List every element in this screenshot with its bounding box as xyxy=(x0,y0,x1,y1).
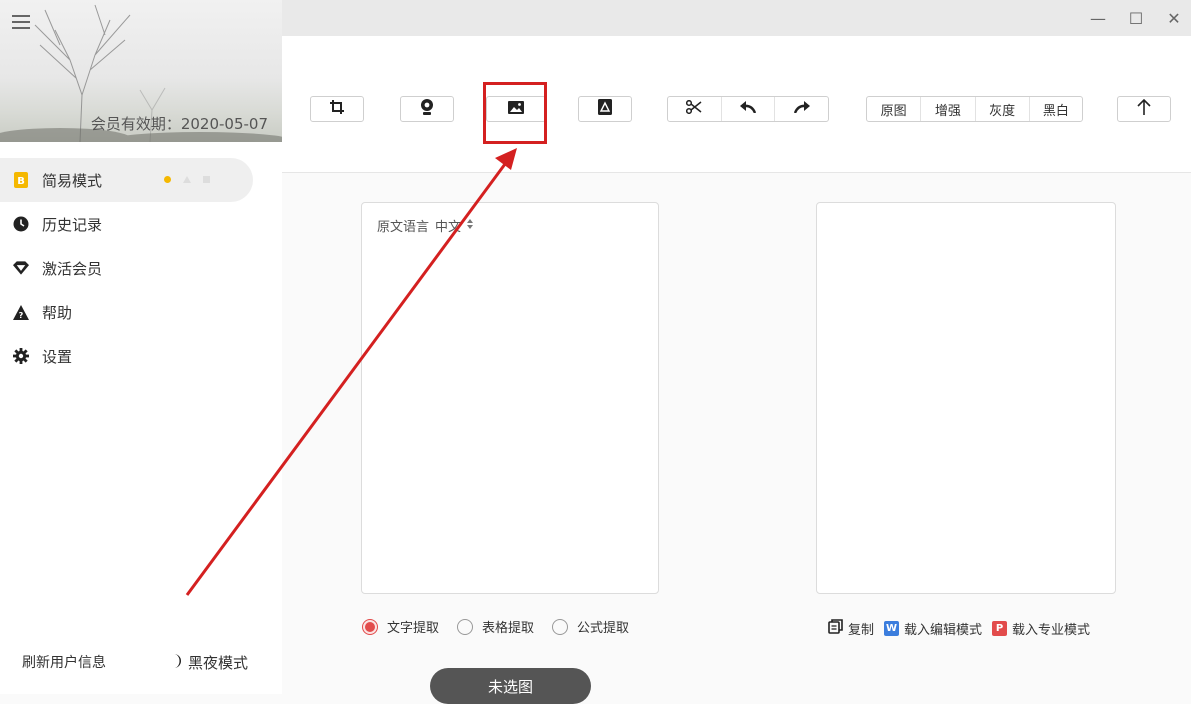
sidebar-item-label: 设置 xyxy=(42,347,73,366)
maximize-button[interactable]: ☐ xyxy=(1126,8,1146,28)
radio-empty-icon xyxy=(457,618,474,635)
history-clock-icon xyxy=(13,216,29,232)
sort-arrows-icon xyxy=(467,218,474,233)
night-mode-toggle[interactable]: 黑夜模式 xyxy=(170,652,248,673)
diamond-icon xyxy=(13,260,29,276)
word-icon: W xyxy=(884,621,900,636)
help-warning-icon: ? xyxy=(13,304,29,320)
copy-icon xyxy=(828,619,843,638)
menu-hamburger-icon[interactable] xyxy=(12,15,30,29)
svg-text:B: B xyxy=(17,176,25,187)
redo-button[interactable] xyxy=(774,97,828,121)
camera-button[interactable] xyxy=(400,96,454,122)
square-icon xyxy=(203,176,210,183)
filter-grayscale-button[interactable]: 灰度 xyxy=(974,97,1029,121)
sidebar-item-label: 激活会员 xyxy=(42,259,103,278)
annotation-highlight-box xyxy=(483,82,547,144)
night-mode-label: 黑夜模式 xyxy=(188,654,249,672)
sidebar-nav: B 简易模式 历史记录 激活会员 ? 帮助 设置 xyxy=(0,158,282,378)
load-pro-label: 载入专业模式 xyxy=(1012,623,1091,638)
moon-icon xyxy=(170,653,182,672)
source-language-row: 原文语言 中文 xyxy=(377,216,474,235)
mode-label: 文字提取 xyxy=(387,621,440,636)
banner-image: 会员有效期：2020-05-07 xyxy=(0,0,282,142)
refresh-user-info-link[interactable]: 刷新用户信息 xyxy=(22,652,106,672)
cut-button[interactable] xyxy=(668,97,721,121)
unselected-image-button[interactable]: 未选图 xyxy=(430,668,591,704)
pdf-button[interactable] xyxy=(578,96,632,122)
crop-icon xyxy=(330,100,344,118)
close-button[interactable]: ✕ xyxy=(1164,8,1184,28)
copy-label: 复制 xyxy=(848,623,875,638)
sidebar-item-label: 历史记录 xyxy=(42,215,103,234)
sidebar-item-activate-member[interactable]: 激活会员 xyxy=(0,246,282,290)
filter-blackwhite-button[interactable]: 黑白 xyxy=(1028,97,1082,121)
camera-icon xyxy=(420,99,434,119)
load-edit-label: 载入编辑模式 xyxy=(904,623,983,638)
edit-tools-group xyxy=(667,96,829,122)
scissors-icon xyxy=(686,99,702,118)
load-edit-mode-button[interactable]: W 载入编辑模式 xyxy=(884,619,982,638)
upload-button[interactable] xyxy=(1117,96,1171,122)
filter-enhance-button[interactable]: 增强 xyxy=(920,97,974,121)
mode-formula-radio[interactable]: 公式提取 xyxy=(552,617,629,636)
sidebar-item-label: 帮助 xyxy=(42,303,73,322)
undo-icon xyxy=(740,101,757,117)
sidebar-item-help[interactable]: ? 帮助 xyxy=(0,290,282,334)
yellow-dot-icon xyxy=(164,176,171,183)
svg-text:?: ? xyxy=(19,311,24,320)
copy-button[interactable]: 复制 xyxy=(828,619,874,638)
source-language-select[interactable]: 中文 xyxy=(435,216,474,235)
mode-text-radio[interactable]: 文字提取 xyxy=(362,617,439,636)
source-language-value: 中文 xyxy=(435,220,462,235)
member-expiry-text: 会员有效期：2020-05-07 xyxy=(90,115,268,133)
mode-indicator-dots xyxy=(164,176,210,183)
mode-label: 公式提取 xyxy=(577,621,630,636)
triangle-icon xyxy=(183,176,191,183)
undo-button[interactable] xyxy=(720,97,775,121)
filter-original-button[interactable]: 原图 xyxy=(867,97,920,121)
upload-arrow-icon xyxy=(1137,98,1151,119)
crop-button[interactable] xyxy=(310,96,364,122)
source-language-label: 原文语言 xyxy=(377,220,430,235)
sidebar: 会员有效期：2020-05-07 B 简易模式 历史记录 激活会员 ? 帮助 设… xyxy=(0,0,282,694)
window-titlebar: — ☐ ✕ xyxy=(282,0,1191,36)
result-actions: 复制 W 载入编辑模式 P 载入专业模式 xyxy=(828,619,1100,638)
mode-label: 表格提取 xyxy=(482,621,535,636)
sidebar-item-settings[interactable]: 设置 xyxy=(0,334,282,378)
toolbar: 原图 增强 灰度 黑白 xyxy=(282,36,1191,173)
gear-icon xyxy=(13,348,29,364)
powerpoint-icon: P xyxy=(992,621,1008,636)
simple-mode-icon: B xyxy=(13,172,29,188)
radio-empty-icon xyxy=(552,618,569,635)
extraction-mode-group: 文字提取 表格提取 公式提取 xyxy=(362,617,647,636)
result-text-panel[interactable] xyxy=(816,202,1116,594)
mode-table-radio[interactable]: 表格提取 xyxy=(457,617,534,636)
sidebar-footer: 刷新用户信息 黑夜模式 xyxy=(0,640,282,680)
minimize-button[interactable]: — xyxy=(1088,8,1108,28)
radio-selected-icon xyxy=(362,618,378,635)
sidebar-item-history[interactable]: 历史记录 xyxy=(0,202,282,246)
sidebar-item-label: 简易模式 xyxy=(42,171,103,190)
pdf-icon xyxy=(598,99,612,119)
source-text-panel[interactable]: 原文语言 中文 xyxy=(361,202,659,594)
load-pro-mode-button[interactable]: P 载入专业模式 xyxy=(992,619,1090,638)
redo-icon xyxy=(793,101,810,117)
sidebar-item-simple-mode[interactable]: B 简易模式 xyxy=(0,158,253,202)
image-filter-group: 原图 增强 灰度 黑白 xyxy=(866,96,1083,122)
